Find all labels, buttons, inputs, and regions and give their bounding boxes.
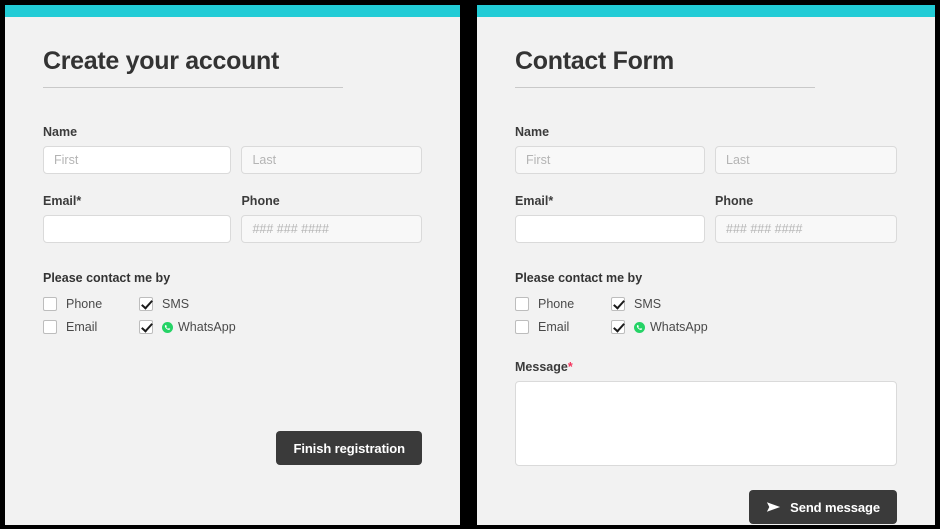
- phone-label-right: Phone: [715, 194, 754, 208]
- whatsapp-icon: [634, 321, 645, 333]
- send-message-button-label: Send message: [790, 499, 880, 515]
- message-field-group: Message*: [515, 360, 897, 466]
- screenshot-root: Create your account Name First Last Emai…: [0, 0, 940, 529]
- checkbox-box-email-right[interactable]: [515, 320, 529, 334]
- email-input-left[interactable]: [43, 215, 232, 243]
- name-field-group-right: Name First Last: [515, 125, 897, 174]
- checkbox-label-phone-left: Phone: [66, 297, 103, 311]
- contact-preferences-left: Please contact me by Phone SMS Email Wha…: [43, 271, 422, 334]
- page-title-right: Contact Form: [515, 47, 674, 75]
- checkbox-whatsapp-left[interactable]: WhatsApp: [139, 320, 422, 334]
- checkbox-label-phone-right: Phone: [538, 297, 575, 311]
- contact-preferences-title-right: Please contact me by: [515, 271, 643, 285]
- last-name-input-right[interactable]: Last: [715, 146, 897, 174]
- whatsapp-icon: [162, 321, 173, 333]
- title-divider-left: [43, 87, 343, 88]
- checkbox-sms-left[interactable]: SMS: [139, 297, 422, 311]
- email-label-right: Email*: [515, 194, 554, 208]
- title-divider-right: [515, 87, 815, 88]
- checkbox-label-sms-right: SMS: [634, 297, 662, 311]
- checkbox-box-sms-right[interactable]: [611, 297, 625, 311]
- name-label-left: Name: [43, 125, 78, 139]
- checkbox-label-whatsapp-left: WhatsApp: [178, 320, 236, 334]
- registration-form-panel: Create your account Name First Last Emai…: [5, 5, 460, 525]
- phone-input-right[interactable]: ### ### ####: [715, 215, 897, 243]
- checkbox-box-phone-right[interactable]: [515, 297, 529, 311]
- checkbox-email-right[interactable]: Email: [515, 320, 611, 334]
- send-plane-icon: [767, 502, 781, 512]
- message-label-text: Message: [515, 360, 568, 374]
- checkbox-phone-left[interactable]: Phone: [43, 297, 139, 311]
- name-field-group-left: Name First Last: [43, 125, 422, 174]
- checkbox-box-phone-left[interactable]: [43, 297, 57, 311]
- checkbox-label-whatsapp-right-wrapper: WhatsApp: [634, 320, 708, 334]
- checkbox-label-whatsapp-left-wrapper: WhatsApp: [162, 320, 236, 334]
- checkbox-label-whatsapp-right: WhatsApp: [650, 320, 708, 334]
- checkbox-box-whatsapp-right[interactable]: [611, 320, 625, 334]
- email-phone-field-group-right: Email* Phone ### ### ####: [515, 194, 897, 243]
- message-label: Message*: [515, 360, 897, 374]
- checkbox-label-email-right: Email: [538, 320, 570, 334]
- checkbox-phone-right[interactable]: Phone: [515, 297, 611, 311]
- phone-input-left[interactable]: ### ### ####: [241, 215, 422, 243]
- email-phone-field-group-left: Email* Phone ### ### ####: [43, 194, 422, 243]
- name-label-right: Name: [515, 125, 550, 139]
- email-label-left: Email*: [43, 194, 82, 208]
- contact-preferences-right: Please contact me by Phone SMS Email Wha…: [515, 271, 897, 334]
- checkbox-box-sms-left[interactable]: [139, 297, 153, 311]
- first-name-input-right[interactable]: First: [515, 146, 705, 174]
- checkbox-box-whatsapp-left[interactable]: [139, 320, 153, 334]
- checkbox-sms-right[interactable]: SMS: [611, 297, 897, 311]
- contact-preferences-title-left: Please contact me by: [43, 271, 171, 285]
- phone-label-left: Phone: [241, 194, 280, 208]
- first-name-input-left[interactable]: First: [43, 146, 232, 174]
- finish-registration-button[interactable]: Finish registration: [276, 431, 422, 465]
- accent-bar-left: [5, 5, 460, 17]
- checkbox-label-email-left: Email: [66, 320, 98, 334]
- checkbox-whatsapp-right[interactable]: WhatsApp: [611, 320, 897, 334]
- last-name-input-left[interactable]: Last: [241, 146, 422, 174]
- checkbox-box-email-left[interactable]: [43, 320, 57, 334]
- message-textarea[interactable]: [515, 381, 897, 466]
- page-title-left: Create your account: [43, 47, 280, 75]
- accent-bar-right: [477, 5, 935, 17]
- finish-registration-button-label: Finish registration: [293, 440, 405, 456]
- message-required-marker: *: [567, 360, 573, 374]
- email-input-right[interactable]: [515, 215, 705, 243]
- send-message-button[interactable]: Send message: [749, 490, 897, 524]
- checkbox-email-left[interactable]: Email: [43, 320, 139, 334]
- checkbox-label-sms-left: SMS: [162, 297, 190, 311]
- contact-form-panel: Contact Form Name First Last Email* Phon…: [477, 5, 935, 525]
